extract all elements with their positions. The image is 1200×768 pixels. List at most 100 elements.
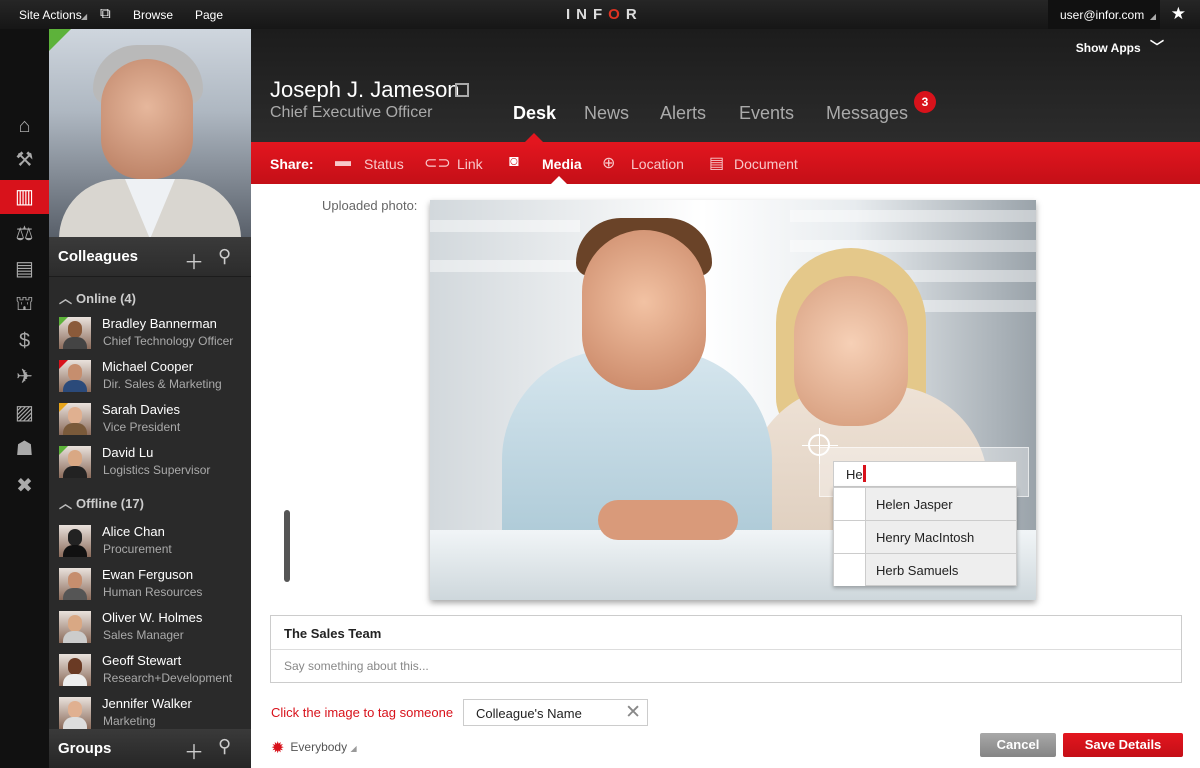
cancel-button[interactable]: Cancel [980, 733, 1056, 757]
colleague-avatar [59, 525, 91, 557]
people-icon[interactable]: ☗ [0, 432, 49, 466]
document-icon: ▤ [709, 155, 725, 172]
tag-name-input[interactable]: He [833, 461, 1017, 487]
avatar-body-shape [63, 337, 87, 349]
tab-events[interactable]: Events [739, 103, 794, 124]
dashboard-icon[interactable]: ▥ [0, 180, 49, 214]
search-groups-icon[interactable]: ⚲ [218, 736, 231, 757]
colleague-item[interactable]: Geoff Stewart Research+Development [49, 650, 251, 693]
clipboard-icon[interactable]: ▤ [0, 252, 49, 286]
colleague-item[interactable]: Michael Cooper Dir. Sales & Marketing [49, 356, 251, 399]
colleague-name: Bradley Bannerman [102, 316, 217, 331]
speech-bubble-icon: ▬ [335, 153, 351, 170]
woman-head [794, 276, 908, 426]
profile-photo[interactable] [49, 29, 251, 237]
colleague-name: Ewan Ferguson [102, 567, 194, 582]
edit-profile-icon[interactable] [455, 83, 469, 97]
avatar-body-shape [63, 545, 87, 557]
share-location[interactable]: Location [631, 156, 684, 172]
window-blind [790, 210, 1036, 222]
favorite-star-icon[interactable]: ★ [1171, 4, 1186, 24]
tab-news[interactable]: News [584, 103, 629, 124]
colleague-avatar [59, 446, 91, 478]
colleague-name: Jennifer Walker [102, 696, 192, 711]
post-message-input[interactable]: Say something about this... [284, 659, 429, 673]
clear-icon[interactable]: ✕ [625, 701, 641, 724]
page-menu[interactable]: Page [195, 8, 223, 22]
chart-icon[interactable]: ▨ [0, 396, 49, 430]
profile-title: Chief Executive Officer [270, 104, 433, 121]
clasped-hands [598, 500, 738, 540]
colleague-role: Chief Technology Officer [103, 334, 234, 348]
colleague-item[interactable]: David Lu Logistics Supervisor [49, 442, 251, 485]
offline-group-toggle[interactable]: ︿ Offline (17) [49, 493, 144, 517]
site-actions-menu[interactable]: Site Actions [19, 8, 82, 22]
search-colleagues-icon[interactable]: ⚲ [218, 246, 231, 267]
groups-header: Groups ＋ ⚲ [49, 729, 251, 768]
online-status-indicator [59, 446, 68, 455]
airplane-icon[interactable]: ✈ [0, 360, 49, 394]
colleague-item[interactable]: Sarah Davies Vice President [49, 399, 251, 442]
avatar-head-shape [68, 321, 82, 338]
colleague-role: Human Resources [103, 585, 203, 599]
gear-icon: ✹ [271, 740, 285, 757]
user-email: user@infor.com [1060, 8, 1145, 22]
dropdown-arrow-icon: ◢ [350, 744, 357, 753]
suggestion-item[interactable]: Helen Jasper [834, 488, 1016, 521]
avatar-head-shape [68, 658, 82, 675]
left-app-nav: ⌂ ⚒ ▥ ⚖ ▤ ⛫ $ ✈ ▨ ☗ ✖ [0, 29, 49, 768]
home-icon[interactable]: ⌂ [0, 109, 49, 143]
suggestion-avatar [834, 554, 866, 586]
user-menu[interactable]: user@infor.com [1048, 0, 1160, 29]
messages-count-badge: 3 [914, 91, 936, 113]
audience-selector[interactable]: ✹ Everybody ◢ [271, 738, 357, 758]
colleague-name: Sarah Davies [102, 402, 181, 417]
colleague-name-field[interactable]: Colleague's Name ✕ [463, 699, 648, 726]
location-crosshair-icon: ⊕ [602, 155, 616, 172]
avatar-body-shape [63, 380, 87, 392]
online-group-toggle[interactable]: ︿ Online (4) [49, 288, 136, 312]
share-status[interactable]: Status [364, 156, 404, 172]
avatar-body-shape [63, 674, 87, 686]
share-link[interactable]: Link [457, 156, 483, 172]
active-tab-pointer [525, 133, 543, 142]
suggestion-name: Herb Samuels [876, 563, 959, 578]
save-details-button[interactable]: Save Details [1063, 733, 1183, 757]
colleague-name: Michael Cooper [102, 359, 194, 374]
dollar-document-icon[interactable]: $ [0, 324, 49, 358]
colleague-item[interactable]: Oliver W. Holmes Sales Manager [49, 607, 251, 650]
logo-mid: O [608, 6, 626, 23]
tab-desk[interactable]: Desk [513, 103, 556, 124]
wrench-icon[interactable]: ✖ [0, 469, 49, 503]
tab-messages[interactable]: Messages [826, 103, 908, 124]
share-bar: Share: ▬ Status ⊂⊃ Link ◙ Media ⊕ Locati… [251, 142, 1200, 184]
suggestion-item[interactable]: Henry MacIntosh [834, 521, 1016, 554]
colleagues-scrollbar[interactable] [284, 510, 290, 582]
share-label: Share: [270, 156, 314, 172]
share-out-icon[interactable]: ⧉ [100, 5, 111, 22]
balance-scale-icon[interactable]: ⚖ [0, 217, 49, 251]
user-menu-arrow-icon: ◢ [1149, 12, 1156, 21]
suggestion-item[interactable]: Herb Samuels [834, 554, 1016, 587]
logo-post: R [625, 6, 643, 23]
online-group-label: Online (4) [76, 291, 136, 306]
colleague-item[interactable]: Ewan Ferguson Human Resources [49, 564, 251, 607]
show-apps-button[interactable]: Show Apps ﹀ [1076, 37, 1164, 57]
colleague-role: Marketing [103, 714, 156, 728]
colleague-role: Dir. Sales & Marketing [103, 377, 222, 391]
colleague-name: Oliver W. Holmes [102, 610, 203, 625]
show-apps-label: Show Apps [1075, 41, 1141, 55]
bank-icon[interactable]: ⛫ [0, 287, 49, 321]
chevron-down-icon: ﹀ [1150, 39, 1164, 55]
add-group-icon[interactable]: ＋ [184, 736, 204, 765]
share-media[interactable]: Media [542, 156, 582, 172]
browse-menu[interactable]: Browse [133, 8, 173, 22]
colleague-item[interactable]: Bradley Bannerman Chief Technology Offic… [49, 313, 251, 356]
colleague-item[interactable]: Alice Chan Procurement [49, 521, 251, 564]
tab-alerts[interactable]: Alerts [660, 103, 706, 124]
add-colleague-icon[interactable]: ＋ [184, 246, 204, 275]
tools-icon[interactable]: ⚒ [0, 143, 49, 177]
recipient-team[interactable]: The Sales Team [284, 626, 381, 641]
profile-name: Joseph J. Jameson [270, 77, 460, 102]
share-document[interactable]: Document [734, 156, 798, 172]
